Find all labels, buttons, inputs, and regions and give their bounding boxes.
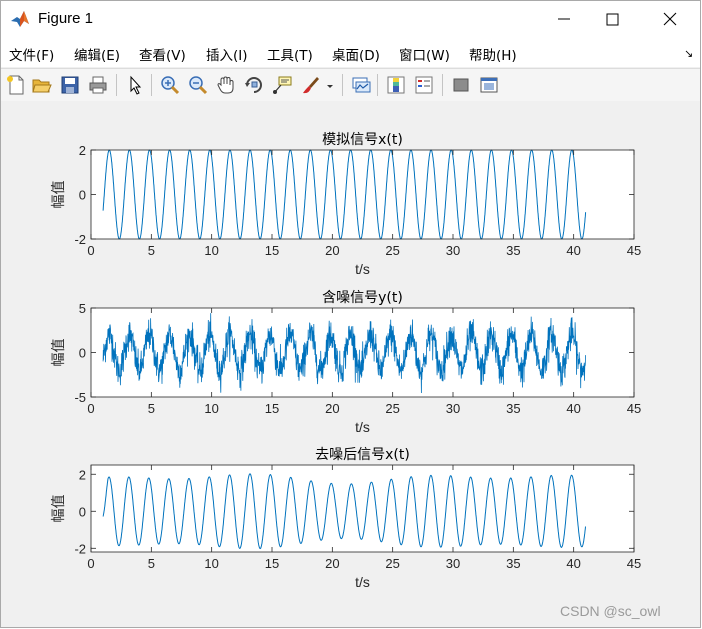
x-tick-label: 5 xyxy=(148,556,155,571)
x-tick-label: 30 xyxy=(446,556,460,571)
legend-icon[interactable] xyxy=(412,73,436,97)
figure-window: Figure 1 文件(F) 编辑(E) 查看(V) 插入(I) 工具(T) 桌… xyxy=(0,0,701,628)
title-bar[interactable]: Figure 1 xyxy=(1,1,700,37)
y-axis-label: 幅值 xyxy=(51,339,67,367)
menu-window[interactable]: 窗口(W) xyxy=(399,44,450,64)
x-tick-label: 15 xyxy=(265,243,279,258)
y-axis-label: 幅值 xyxy=(51,181,67,209)
x-tick-label: 10 xyxy=(204,243,218,258)
minimize-icon xyxy=(558,18,570,20)
menu-help[interactable]: 帮助(H) xyxy=(469,44,517,64)
menu-edit[interactable]: 编辑(E) xyxy=(74,44,120,64)
figure-canvas: 0 5 10 15 20 25 30 35 40 45 -2 0 2 模拟信号x(t) t/s 幅值 0 5 10 1… xyxy=(1,101,700,627)
x-tick-label: 25 xyxy=(385,401,399,416)
maximize-icon xyxy=(606,13,619,26)
toolbar-separator xyxy=(342,74,343,96)
menu-view[interactable]: 查看(V) xyxy=(139,44,186,64)
watermark: CSDN @sc_owl xyxy=(560,603,661,619)
y-axis-label: 幅值 xyxy=(51,495,67,523)
plot-title: 模拟信号x(t) xyxy=(322,132,403,148)
matlab-logo-icon xyxy=(10,9,30,29)
menu-desktop[interactable]: 桌面(D) xyxy=(332,44,380,64)
y-tick-label: 0 xyxy=(79,188,86,203)
x-tick-label: 5 xyxy=(148,243,155,258)
x-tick-label: 35 xyxy=(506,243,520,258)
show-plot-tools-icon[interactable] xyxy=(477,73,501,97)
colorbar-icon[interactable] xyxy=(384,73,408,97)
pan-hand-icon[interactable] xyxy=(214,73,238,97)
y-tick-label: -5 xyxy=(74,390,86,405)
x-tick-label: 40 xyxy=(566,556,580,571)
dock-figure-icon[interactable]: ↘ xyxy=(684,47,693,60)
hide-plot-tools-icon[interactable] xyxy=(449,73,473,97)
x-tick-label: 40 xyxy=(566,401,580,416)
y-tick-label: 0 xyxy=(79,346,86,361)
pointer-icon[interactable] xyxy=(123,73,147,97)
data-cursor-icon[interactable] xyxy=(270,73,294,97)
x-tick-label: 10 xyxy=(204,556,218,571)
x-tick-label: 20 xyxy=(325,556,339,571)
x-tick-label: 0 xyxy=(87,556,94,571)
x-tick-label: 45 xyxy=(627,401,641,416)
print-icon[interactable] xyxy=(86,73,110,97)
brush-icon[interactable] xyxy=(298,73,322,97)
rotate-3d-icon[interactable] xyxy=(242,73,266,97)
x-tick-label: 25 xyxy=(385,243,399,258)
zoom-out-icon[interactable] xyxy=(186,73,210,97)
y-tick-label: 2 xyxy=(79,143,86,158)
toolbar-separator xyxy=(442,74,443,96)
y-tick-label: 0 xyxy=(79,504,86,519)
x-tick-label: 5 xyxy=(148,401,155,416)
minimize-button[interactable] xyxy=(541,1,587,37)
x-tick-label: 40 xyxy=(566,243,580,258)
link-plot-icon[interactable] xyxy=(349,73,373,97)
close-button[interactable] xyxy=(647,1,693,37)
x-tick-label: 45 xyxy=(627,243,641,258)
plots-svg: 0 5 10 15 20 25 30 35 40 45-202模拟信号x(t)t/s幅值0 5 10 1… xyxy=(51,132,641,590)
x-tick-label: 15 xyxy=(265,401,279,416)
x-tick-label: 0 xyxy=(87,401,94,416)
zoom-in-icon[interactable] xyxy=(158,73,182,97)
new-figure-icon[interactable] xyxy=(4,73,28,97)
menu-bar: 文件(F) 编辑(E) 查看(V) 插入(I) 工具(T) 桌面(D) 窗口(W… xyxy=(1,37,700,67)
toolbar-separator xyxy=(151,74,152,96)
x-tick-label: 35 xyxy=(506,401,520,416)
window-title: Figure 1 xyxy=(38,10,94,27)
plot-title: 含噪信号y(t) xyxy=(322,290,403,306)
x-axis-label: t/s xyxy=(355,261,370,277)
x-tick-label: 25 xyxy=(385,556,399,571)
x-axis-label: t/s xyxy=(355,574,370,590)
y-tick-label: -2 xyxy=(74,232,86,247)
toolbar-separator xyxy=(377,74,378,96)
figure-toolbar xyxy=(1,68,700,102)
x-tick-label: 45 xyxy=(627,556,641,571)
maximize-button[interactable] xyxy=(589,1,635,37)
x-axis-label: t/s xyxy=(355,419,370,435)
x-tick-label: 0 xyxy=(87,243,94,258)
y-tick-label: 2 xyxy=(79,467,86,482)
y-tick-label: -2 xyxy=(74,541,86,556)
y-tick-label: 5 xyxy=(79,301,86,316)
x-tick-label: 20 xyxy=(325,401,339,416)
close-icon xyxy=(663,12,677,26)
x-tick-label: 15 xyxy=(265,556,279,571)
x-tick-label: 20 xyxy=(325,243,339,258)
open-file-icon[interactable] xyxy=(30,73,54,97)
menu-insert[interactable]: 插入(I) xyxy=(206,44,248,64)
x-tick-label: 35 xyxy=(506,556,520,571)
menu-tools[interactable]: 工具(T) xyxy=(267,44,313,64)
save-icon[interactable] xyxy=(58,73,82,97)
x-tick-label: 10 xyxy=(204,401,218,416)
x-tick-label: 30 xyxy=(446,401,460,416)
menu-file[interactable]: 文件(F) xyxy=(9,44,54,64)
plot-title: 去噪后信号x(t) xyxy=(315,447,410,463)
brush-dropdown-icon[interactable] xyxy=(323,73,335,97)
x-tick-label: 30 xyxy=(446,243,460,258)
toolbar-separator xyxy=(116,74,117,96)
